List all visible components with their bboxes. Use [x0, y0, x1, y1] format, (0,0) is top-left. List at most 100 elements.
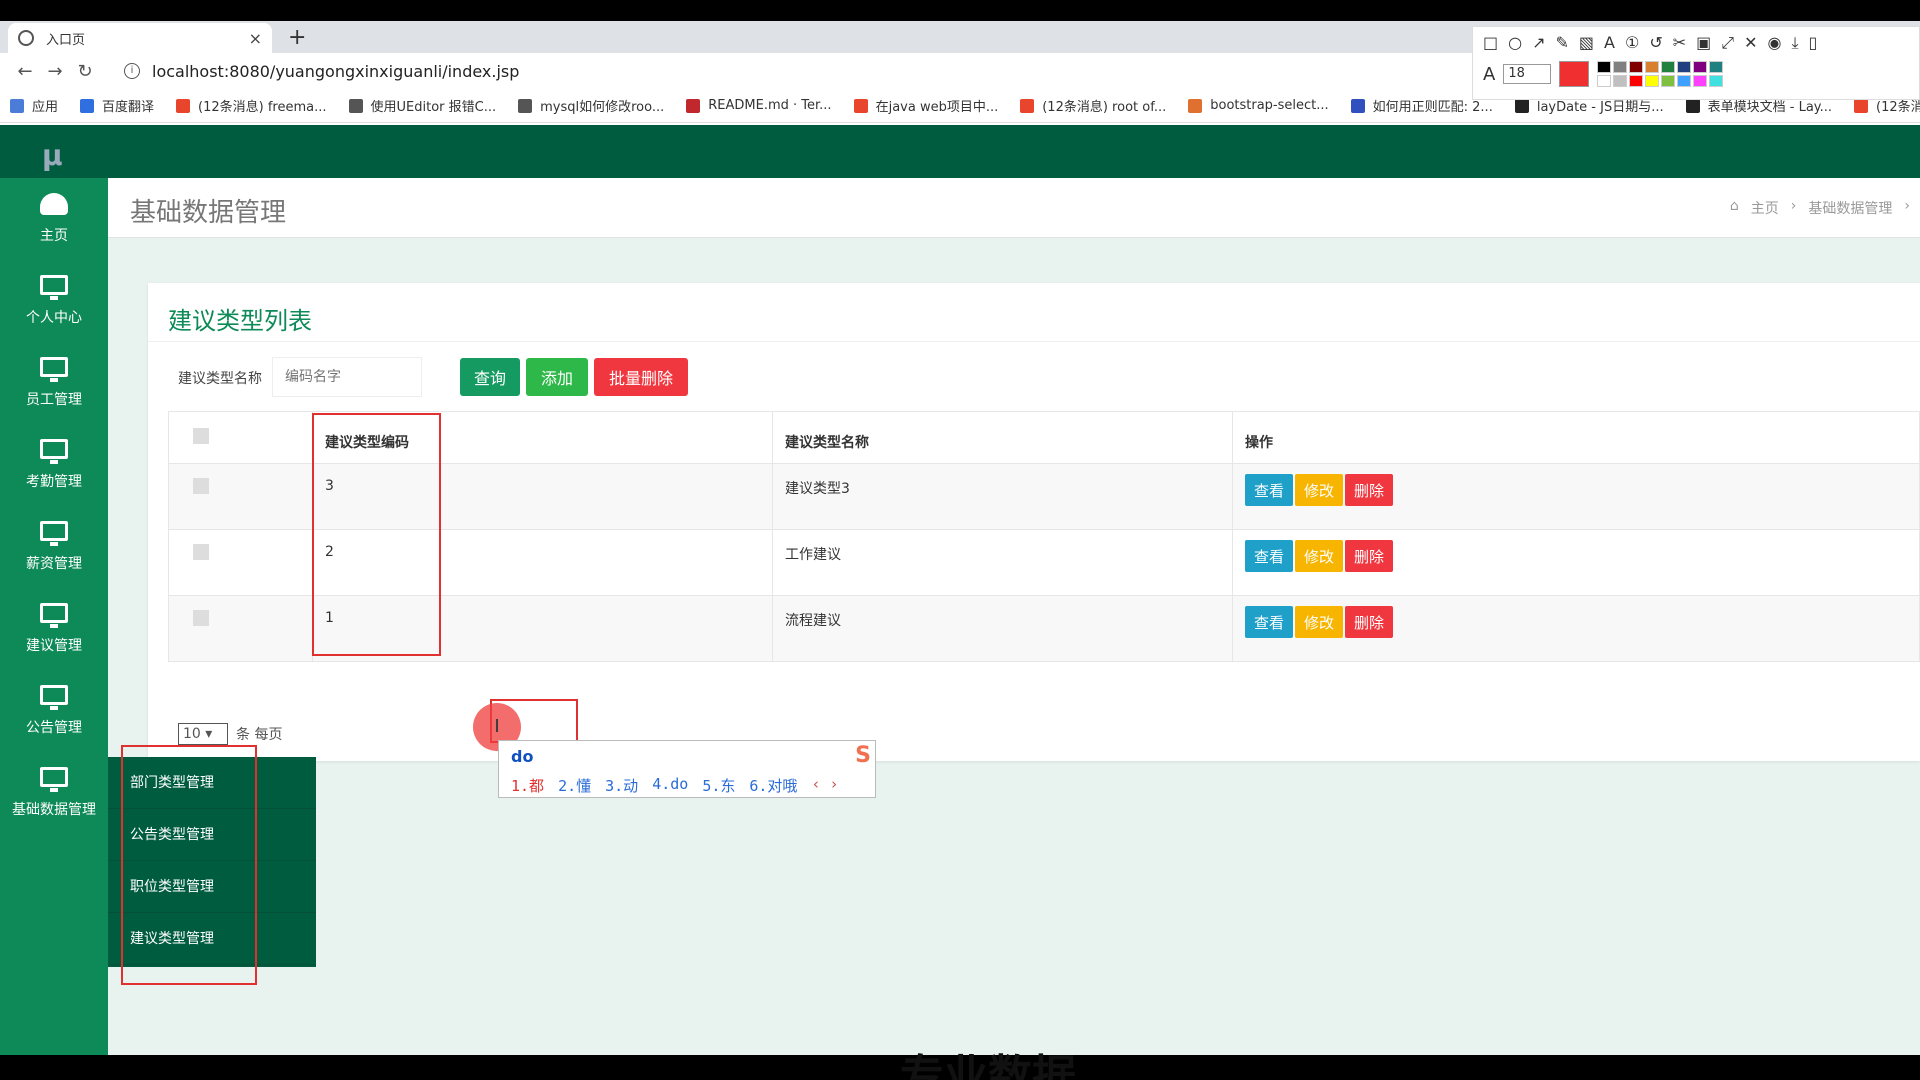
annotation-box-code-column	[312, 413, 441, 656]
ime-candidate[interactable]: 5.东	[702, 775, 735, 796]
bookmark-item[interactable]: bootstrap-select...	[1188, 98, 1329, 113]
monitor-icon	[40, 275, 68, 300]
url-field[interactable]: i localhost:8080/yuangongxinxiguanli/ind…	[124, 62, 519, 81]
row-name: 流程建议	[772, 595, 1233, 662]
sidebar-item[interactable]: 考勤管理	[0, 424, 108, 506]
color-swatch[interactable]	[1645, 75, 1660, 87]
view-button[interactable]: 查看	[1245, 606, 1294, 638]
color-swatch[interactable]	[1709, 75, 1724, 87]
ime-candidate[interactable]: 6.对哦	[749, 775, 797, 796]
current-color-swatch[interactable]	[1559, 61, 1590, 87]
download-icon[interactable]: ⤓	[1791, 33, 1798, 53]
new-tab-button[interactable]: +	[288, 23, 306, 53]
color-swatch[interactable]	[1661, 75, 1676, 87]
edit-button[interactable]: 修改	[1295, 606, 1344, 638]
color-swatch[interactable]	[1613, 61, 1628, 73]
row-checkbox[interactable]	[193, 610, 209, 626]
sidebar-item[interactable]: 基础数据管理	[0, 752, 108, 834]
pin-screen-icon[interactable]: ✕	[1744, 33, 1757, 53]
forward-arrow-icon[interactable]: →	[40, 61, 70, 82]
breadcrumb-separator: ›	[1790, 198, 1797, 214]
copy-icon[interactable]: ▯	[1809, 33, 1818, 53]
back-arrow-icon[interactable]: ←	[10, 61, 40, 82]
bookmark-item[interactable]: 使用UEditor 报错C...	[348, 96, 496, 115]
bookmark-item[interactable]: (12条消息) freema...	[176, 96, 327, 115]
undo-icon[interactable]: ↺	[1649, 33, 1662, 53]
query-button[interactable]: 查询	[460, 358, 520, 396]
mosaic-tool-icon[interactable]: ▧	[1579, 33, 1594, 53]
bookmark-icon	[348, 98, 363, 113]
sidebar-item[interactable]: 公告管理	[0, 670, 108, 752]
bookmark-item[interactable]: mysql如何修改roo...	[518, 96, 664, 115]
bookmark-item[interactable]: (12条消息) root of...	[1020, 96, 1166, 115]
bookmark-label: 在java web项目中...	[875, 100, 999, 115]
select-all-checkbox[interactable]	[193, 428, 209, 444]
info-icon[interactable]: i	[124, 63, 140, 79]
view-button[interactable]: 查看	[1245, 540, 1294, 572]
sidebar-item-label: 考勤管理	[26, 474, 82, 490]
browser-tab[interactable]: 入口页 ×	[8, 23, 272, 53]
color-swatch[interactable]	[1597, 75, 1612, 87]
select-all-cell	[168, 411, 313, 464]
delete-button[interactable]: 删除	[1345, 474, 1394, 506]
color-swatch[interactable]	[1661, 61, 1676, 73]
color-swatch[interactable]	[1629, 61, 1644, 73]
pen-tool-icon[interactable]: ✎	[1556, 33, 1569, 53]
bookmark-item[interactable]: 应用	[10, 96, 58, 115]
row-checkbox[interactable]	[193, 478, 209, 494]
screenshot-toolbar: □ ○ ↗ ✎ ▧ A ① ↺ ✂ ▣ ⤢ ✕ ◉ ⤓ ▯ A 18	[1472, 26, 1920, 100]
breadcrumb-current[interactable]: 基础数据管理	[1808, 198, 1892, 218]
color-swatch[interactable]	[1709, 61, 1724, 73]
edit-button[interactable]: 修改	[1295, 540, 1344, 572]
record-icon[interactable]: ◉	[1767, 33, 1781, 53]
page-header: 基础数据管理 ⌂ 主页 › 基础数据管理 ›	[108, 178, 1920, 238]
breadcrumb-home[interactable]: 主页	[1751, 198, 1779, 218]
number-tool-icon[interactable]: ①	[1625, 33, 1639, 53]
bookmark-item[interactable]: 在java web项目中...	[853, 96, 999, 115]
cut-icon[interactable]: ✂	[1673, 33, 1686, 53]
text-tool-icon[interactable]: A	[1604, 33, 1615, 53]
reload-icon[interactable]: ↻	[70, 61, 100, 82]
sidebar-item[interactable]: 薪资管理	[0, 506, 108, 588]
fullscreen-icon[interactable]: ⤢	[1721, 33, 1734, 53]
ime-candidate[interactable]: 3.动	[605, 775, 638, 796]
color-palette[interactable]	[1597, 61, 1724, 87]
bookmark-item[interactable]: 百度翻译	[80, 96, 154, 115]
search-input[interactable]	[272, 357, 422, 397]
color-swatch[interactable]	[1629, 75, 1644, 87]
ime-candidate[interactable]: 2.懂	[558, 775, 591, 796]
color-swatch[interactable]	[1645, 61, 1660, 73]
view-button[interactable]: 查看	[1245, 474, 1294, 506]
sidebar-item-label: 个人中心	[26, 310, 82, 326]
rectangle-tool-icon[interactable]: □	[1483, 33, 1498, 53]
color-swatch[interactable]	[1597, 61, 1612, 73]
batch-delete-button[interactable]: 批量删除	[594, 358, 688, 396]
sidebar-item[interactable]: 个人中心	[0, 260, 108, 342]
color-swatch[interactable]	[1613, 75, 1628, 87]
sidebar-item[interactable]: 建议管理	[0, 588, 108, 670]
color-swatch[interactable]	[1677, 61, 1692, 73]
page-size-suffix: 条 每页	[236, 727, 283, 743]
arrow-tool-icon[interactable]: ↗	[1532, 33, 1545, 53]
ellipse-tool-icon[interactable]: ○	[1508, 33, 1522, 53]
color-swatch[interactable]	[1693, 75, 1708, 87]
pin-icon[interactable]: ▣	[1696, 33, 1711, 53]
top-bar: μ	[0, 125, 1920, 178]
ime-candidate[interactable]: 4.do	[652, 775, 688, 796]
ime-candidate[interactable]: 1.都	[511, 775, 544, 796]
delete-button[interactable]: 删除	[1345, 540, 1394, 572]
ime-page-nav[interactable]: ‹ ›	[811, 775, 838, 796]
sidebar-item[interactable]: 员工管理	[0, 342, 108, 424]
add-button[interactable]: 添加	[526, 358, 588, 396]
sidebar-item[interactable]: 主页	[0, 178, 108, 260]
delete-button[interactable]: 删除	[1345, 606, 1394, 638]
bookmark-item[interactable]: README.md · Ter...	[686, 98, 832, 113]
close-icon[interactable]: ×	[249, 29, 262, 48]
monitor-icon	[40, 603, 68, 628]
font-size-select[interactable]: 18	[1503, 64, 1552, 84]
edit-button[interactable]: 修改	[1295, 474, 1344, 506]
color-swatch[interactable]	[1693, 61, 1708, 73]
color-swatch[interactable]	[1677, 75, 1692, 87]
row-checkbox[interactable]	[193, 544, 209, 560]
page-size-select[interactable]: 10 ▾	[178, 723, 228, 745]
